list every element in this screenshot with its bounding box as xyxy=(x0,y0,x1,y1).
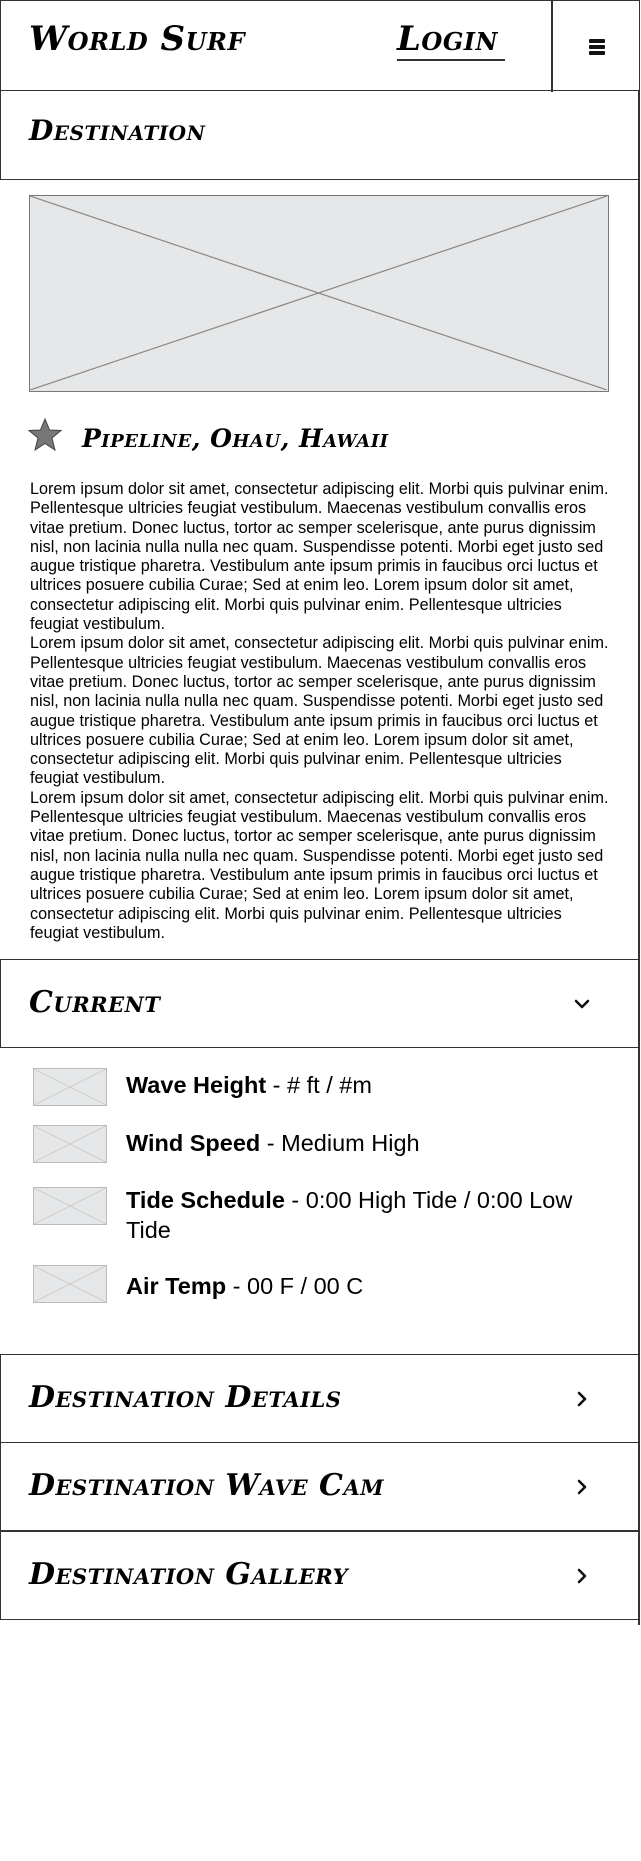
hamburger-icon xyxy=(588,38,605,55)
description-paragraph: Lorem ipsum dolor sit amet, consectetur … xyxy=(30,480,609,634)
description-paragraph: Lorem ipsum dolor sit amet, consectetur … xyxy=(30,634,609,788)
air-temp-label: Air Temp xyxy=(126,1273,227,1299)
brand-logo[interactable]: World Surf xyxy=(29,19,245,59)
destination-details-title: Destination Details xyxy=(29,1380,342,1415)
description-text: Lorem ipsum dolor sit amet, consectetur … xyxy=(30,480,610,943)
current-accordion-header[interactable]: Current xyxy=(0,959,640,1048)
tide-schedule-image xyxy=(33,1187,107,1225)
destination-gallery-title: Destination Gallery xyxy=(29,1557,349,1592)
wind-speed-value: - Medium High xyxy=(260,1130,420,1156)
chevron-right-icon xyxy=(577,1568,587,1584)
location-title: Pipeline, Ohau, Hawaii xyxy=(82,424,389,453)
login-underline xyxy=(397,59,505,61)
destination-wave-cam-accordion[interactable]: Destination Wave Cam xyxy=(0,1442,640,1531)
destination-details-accordion[interactable]: Destination Details xyxy=(0,1354,640,1443)
image-placeholder-icon xyxy=(33,1265,107,1303)
chevron-down-icon xyxy=(574,999,590,1009)
image-placeholder-icon xyxy=(33,1068,107,1106)
tide-schedule-row: Tide Schedule - 0:00 High Tide / 0:00 Lo… xyxy=(126,1185,596,1245)
wind-speed-image xyxy=(33,1125,107,1163)
wave-height-row: Wave Height - # ft / #m xyxy=(126,1070,596,1100)
chevron-right-icon xyxy=(577,1391,587,1407)
air-temp-row: Air Temp - 00 F / 00 C xyxy=(126,1271,596,1301)
wind-speed-row: Wind Speed - Medium High xyxy=(126,1128,596,1158)
header: World Surf Login xyxy=(0,0,641,92)
star-icon[interactable] xyxy=(28,418,62,452)
wave-height-value: - # ft / #m xyxy=(266,1072,372,1098)
wave-height-image xyxy=(33,1068,107,1106)
image-placeholder-icon xyxy=(33,1125,107,1163)
menu-button[interactable] xyxy=(552,1,641,92)
image-placeholder-icon xyxy=(30,196,607,390)
destination-wave-cam-title: Destination Wave Cam xyxy=(29,1468,384,1503)
current-title: Current xyxy=(29,985,161,1020)
chevron-right-icon xyxy=(577,1479,587,1495)
air-temp-image xyxy=(33,1265,107,1303)
air-temp-value: - 00 F / 00 C xyxy=(226,1273,364,1299)
destination-heading: Destination xyxy=(29,114,206,147)
wind-speed-label: Wind Speed xyxy=(126,1130,261,1156)
destination-gallery-accordion[interactable]: Destination Gallery xyxy=(0,1531,640,1620)
destination-bar: Destination xyxy=(0,90,640,180)
hero-image xyxy=(29,195,609,392)
tide-schedule-label: Tide Schedule xyxy=(126,1187,285,1213)
login-link[interactable]: Login xyxy=(397,19,498,59)
wave-height-label: Wave Height xyxy=(126,1072,267,1098)
image-placeholder-icon xyxy=(33,1187,107,1225)
description-paragraph: Lorem ipsum dolor sit amet, consectetur … xyxy=(30,788,609,942)
